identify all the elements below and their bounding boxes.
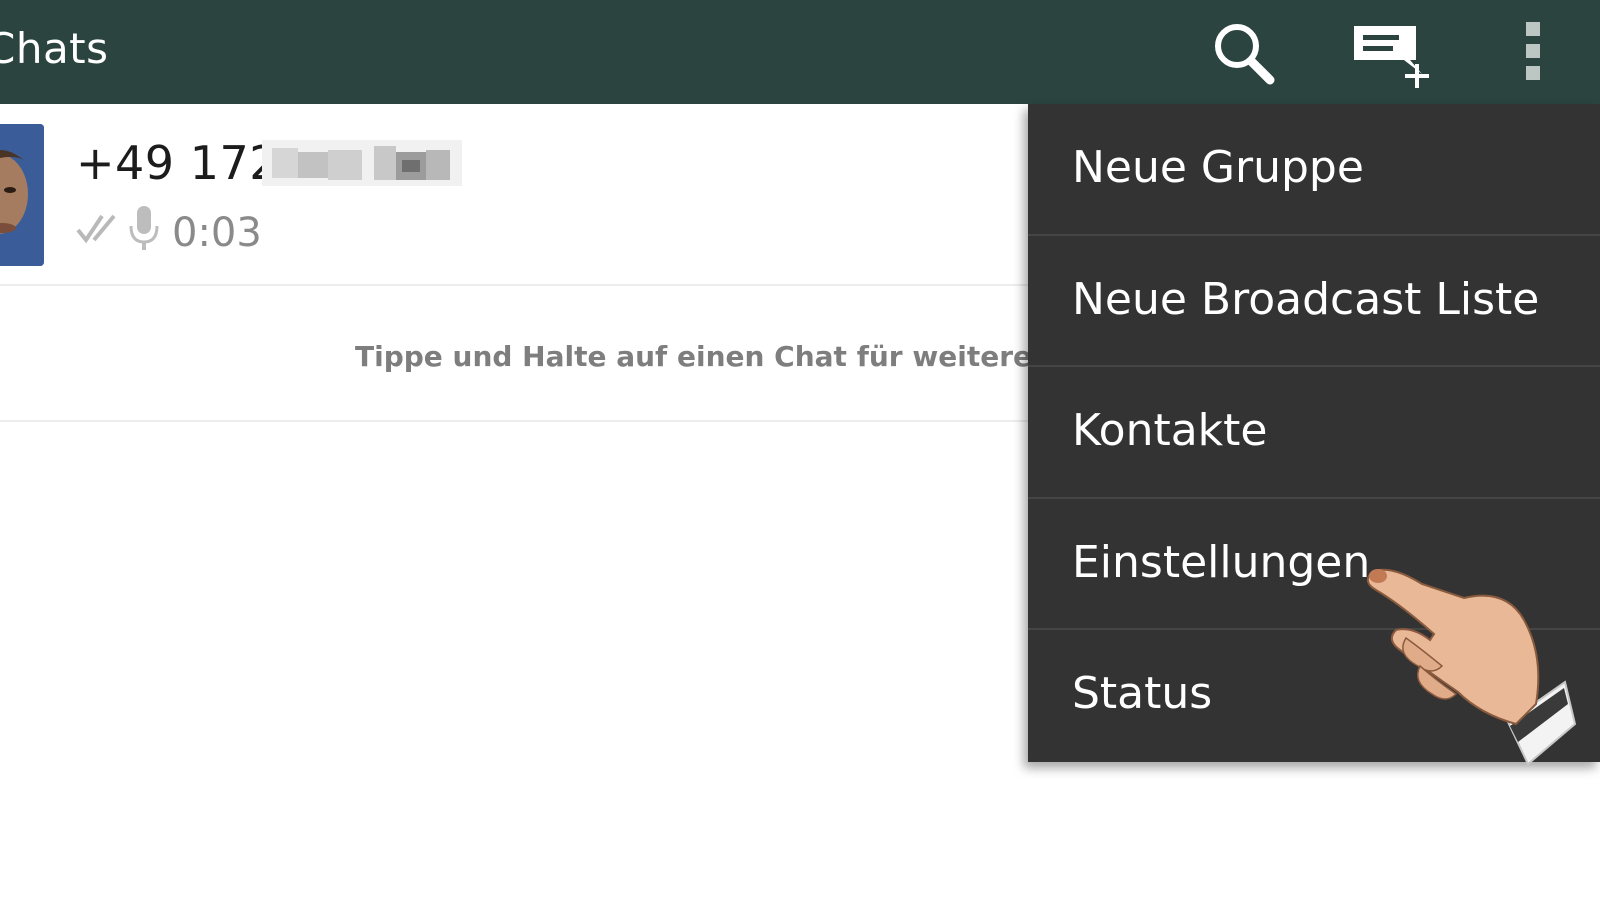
double-check-icon (76, 214, 116, 244)
search-button[interactable] (1208, 14, 1278, 90)
search-icon (1215, 24, 1275, 85)
voice-duration: 0:03 (172, 210, 262, 256)
action-bar: Chats (0, 0, 1600, 104)
menu-item-label: Status (1072, 668, 1213, 720)
screen: Chats +49 172 0:03 Tippe und Halte auf e… (0, 0, 1600, 900)
redacted-number (262, 140, 462, 186)
menu-item-label: Einstellungen (1072, 536, 1371, 588)
overflow-menu-icon (1526, 22, 1540, 80)
microphone-icon (129, 206, 159, 250)
hint-text: Tippe und Halte auf einen Chat für weite… (355, 340, 1099, 373)
menu-item-new-broadcast[interactable]: Neue Broadcast Liste (1028, 236, 1600, 368)
menu-item-label: Kontakte (1072, 405, 1268, 457)
avatar[interactable] (0, 124, 44, 266)
overflow-menu-button[interactable] (1512, 14, 1552, 90)
new-chat-button[interactable] (1350, 14, 1440, 90)
menu-item-label: Neue Gruppe (1072, 142, 1364, 193)
new-chat-icon (1354, 26, 1429, 88)
menu-item-new-group[interactable]: Neue Gruppe (1028, 104, 1600, 236)
page-title: Chats (0, 24, 109, 73)
pointing-hand-icon (1366, 568, 1577, 766)
menu-item-label: Neue Broadcast Liste (1072, 273, 1540, 325)
menu-item-contacts[interactable]: Kontakte (1028, 367, 1600, 499)
contact-name: +49 172 (76, 136, 279, 190)
